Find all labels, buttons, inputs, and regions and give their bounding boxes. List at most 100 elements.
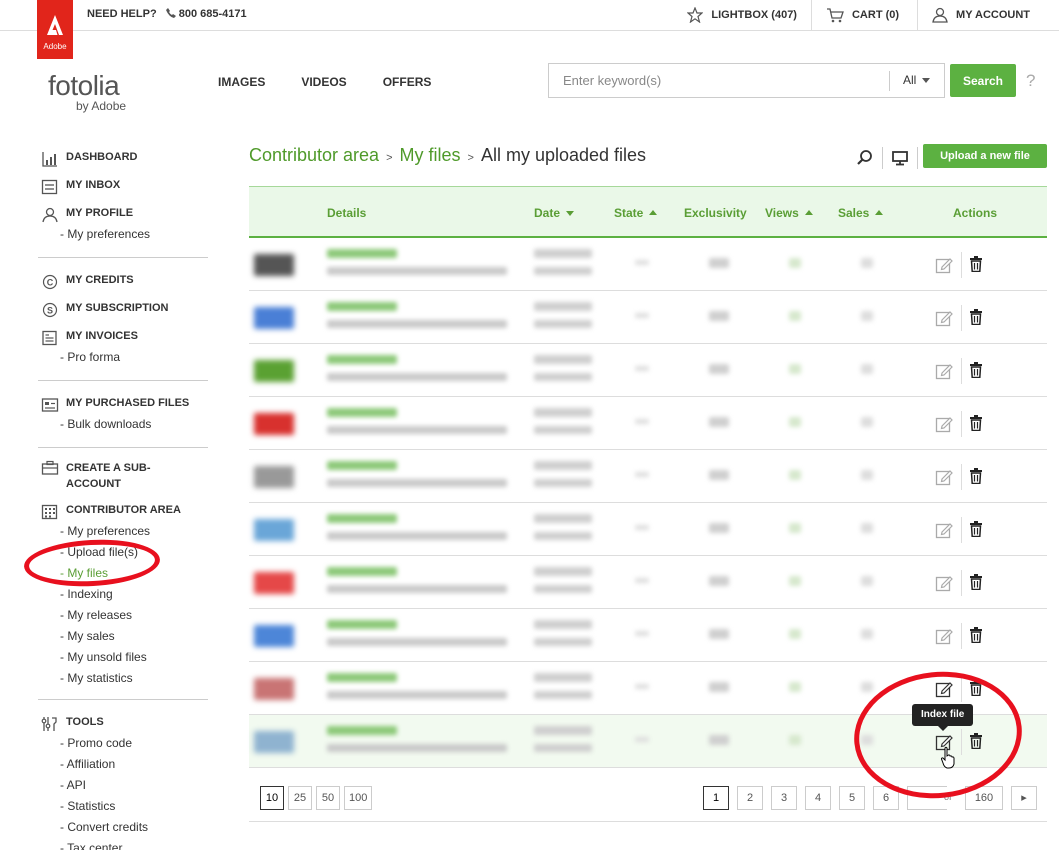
search-icon[interactable]	[856, 149, 874, 167]
file-thumbnail[interactable]	[254, 731, 294, 753]
help-icon[interactable]: ?	[1026, 71, 1035, 91]
table-row[interactable]	[249, 344, 1047, 397]
file-thumbnail[interactable]	[254, 519, 294, 541]
page-button[interactable]: 4	[805, 786, 831, 810]
file-title-blurred[interactable]	[327, 355, 397, 364]
trash-icon[interactable]	[969, 521, 983, 537]
column-views[interactable]: Views	[765, 206, 813, 220]
trash-icon[interactable]	[969, 415, 983, 431]
trash-icon[interactable]	[969, 309, 983, 325]
inbox-icon	[41, 179, 58, 195]
sidebar-link-unsold-files[interactable]: - My unsold files	[38, 649, 208, 670]
phone-number[interactable]: 800 685-4171	[165, 8, 247, 20]
edit-icon[interactable]	[935, 468, 953, 486]
sidebar-link-affiliation[interactable]: - Affiliation	[38, 756, 208, 777]
nav-offers[interactable]: OFFERS	[383, 75, 432, 89]
monitor-icon[interactable]	[891, 150, 909, 166]
table-row[interactable]	[249, 609, 1047, 662]
table-row[interactable]	[249, 238, 1047, 291]
table-row[interactable]	[249, 450, 1047, 503]
file-title-blurred[interactable]	[327, 567, 397, 576]
sidebar-link-my-sales[interactable]: - My sales	[38, 628, 208, 649]
adobe-logo[interactable]: Adobe	[37, 0, 73, 59]
file-title-blurred[interactable]	[327, 620, 397, 629]
upload-new-file-button[interactable]: Upload a new file	[923, 144, 1047, 168]
file-thumbnail[interactable]	[254, 572, 294, 594]
sidebar-link-api[interactable]: - API	[38, 777, 208, 798]
trash-icon[interactable]	[969, 627, 983, 643]
per-page-option[interactable]: 100	[344, 786, 373, 810]
sidebar-link-tax-center[interactable]: - Tax center	[38, 840, 208, 850]
sidebar-link-statistics[interactable]: - Statistics	[38, 798, 208, 819]
trash-icon[interactable]	[969, 468, 983, 484]
file-thumbnail[interactable]	[254, 625, 294, 647]
file-sales-blurred	[861, 258, 873, 268]
search-button[interactable]: Search	[950, 64, 1016, 97]
cart-link[interactable]: CART (0)	[810, 0, 917, 30]
trash-icon[interactable]	[969, 574, 983, 590]
file-thumbnail[interactable]	[254, 466, 294, 488]
sidebar-link-my-statistics[interactable]: - My statistics	[38, 670, 208, 691]
table-row[interactable]	[249, 556, 1047, 609]
column-details[interactable]: Details	[327, 206, 366, 220]
file-state-blurred	[635, 737, 649, 742]
edit-icon[interactable]	[935, 415, 953, 433]
sidebar-item-inbox[interactable]: MY INBOX	[38, 175, 208, 203]
column-exclusivity[interactable]: Exclusivity	[684, 206, 747, 220]
breadcrumb-contributor-area[interactable]: Contributor area	[249, 145, 379, 166]
sidebar-item-create-sub-account[interactable]: CREATE A SUB- ACCOUNT	[38, 460, 208, 500]
sidebar-link-pro-forma[interactable]: - Pro forma	[38, 349, 208, 370]
table-row[interactable]	[249, 397, 1047, 450]
file-title-blurred[interactable]	[327, 408, 397, 417]
page-button[interactable]: 1	[703, 786, 729, 810]
fotolia-logo[interactable]: fotolia	[48, 70, 120, 102]
sidebar-item-subscription[interactable]: S MY SUBSCRIPTION	[38, 298, 208, 326]
per-page-option[interactable]: 25	[288, 786, 312, 810]
edit-icon[interactable]	[935, 627, 953, 645]
edit-icon[interactable]	[935, 256, 953, 274]
sidebar-link-bulk-downloads[interactable]: - Bulk downloads	[38, 416, 208, 437]
file-title-blurred[interactable]	[327, 461, 397, 470]
page-button[interactable]: 5	[839, 786, 865, 810]
next-page-button[interactable]: ▸	[1011, 786, 1037, 810]
file-title-blurred[interactable]	[327, 673, 397, 682]
search-input[interactable]	[550, 65, 887, 96]
page-button[interactable]: 2	[737, 786, 763, 810]
file-title-blurred[interactable]	[327, 302, 397, 311]
sidebar-link-promo-code[interactable]: - Promo code	[38, 735, 208, 756]
edit-icon[interactable]	[935, 574, 953, 592]
account-link[interactable]: MY ACCOUNT	[917, 0, 1059, 30]
sidebar-item-dashboard[interactable]: DASHBOARD	[38, 147, 208, 175]
file-thumbnail[interactable]	[254, 254, 294, 276]
edit-icon[interactable]	[935, 362, 953, 380]
sidebar-link-indexing[interactable]: - Indexing	[38, 586, 208, 607]
file-title-blurred[interactable]	[327, 249, 397, 258]
per-page-option[interactable]: 50	[316, 786, 340, 810]
column-date[interactable]: Date	[534, 206, 575, 220]
edit-icon[interactable]	[935, 521, 953, 539]
file-thumbnail[interactable]	[254, 678, 294, 700]
nav-images[interactable]: IMAGES	[218, 75, 265, 89]
column-state[interactable]: State	[614, 206, 658, 220]
sidebar-item-credits[interactable]: C MY CREDITS	[38, 270, 208, 298]
page-button[interactable]: 3	[771, 786, 797, 810]
table-row[interactable]	[249, 503, 1047, 556]
sidebar-link-convert-credits[interactable]: - Convert credits	[38, 819, 208, 840]
sidebar-link-my-releases[interactable]: - My releases	[38, 607, 208, 628]
column-sales[interactable]: Sales	[838, 206, 884, 220]
lightbox-link[interactable]: LIGHTBOX (407)	[687, 0, 811, 30]
edit-icon[interactable]	[935, 309, 953, 327]
trash-icon[interactable]	[969, 256, 983, 272]
per-page-option[interactable]: 10	[260, 786, 284, 810]
nav-videos[interactable]: VIDEOS	[301, 75, 346, 89]
file-title-blurred[interactable]	[327, 514, 397, 523]
file-thumbnail[interactable]	[254, 360, 294, 382]
file-thumbnail[interactable]	[254, 307, 294, 329]
file-title-blurred[interactable]	[327, 726, 397, 735]
search-scope-select[interactable]: All	[903, 73, 931, 87]
table-row[interactable]	[249, 291, 1047, 344]
file-thumbnail[interactable]	[254, 413, 294, 435]
breadcrumb-my-files[interactable]: My files	[400, 145, 461, 166]
sidebar-link-profile-preferences[interactable]: - My preferences	[38, 226, 208, 247]
trash-icon[interactable]	[969, 362, 983, 378]
